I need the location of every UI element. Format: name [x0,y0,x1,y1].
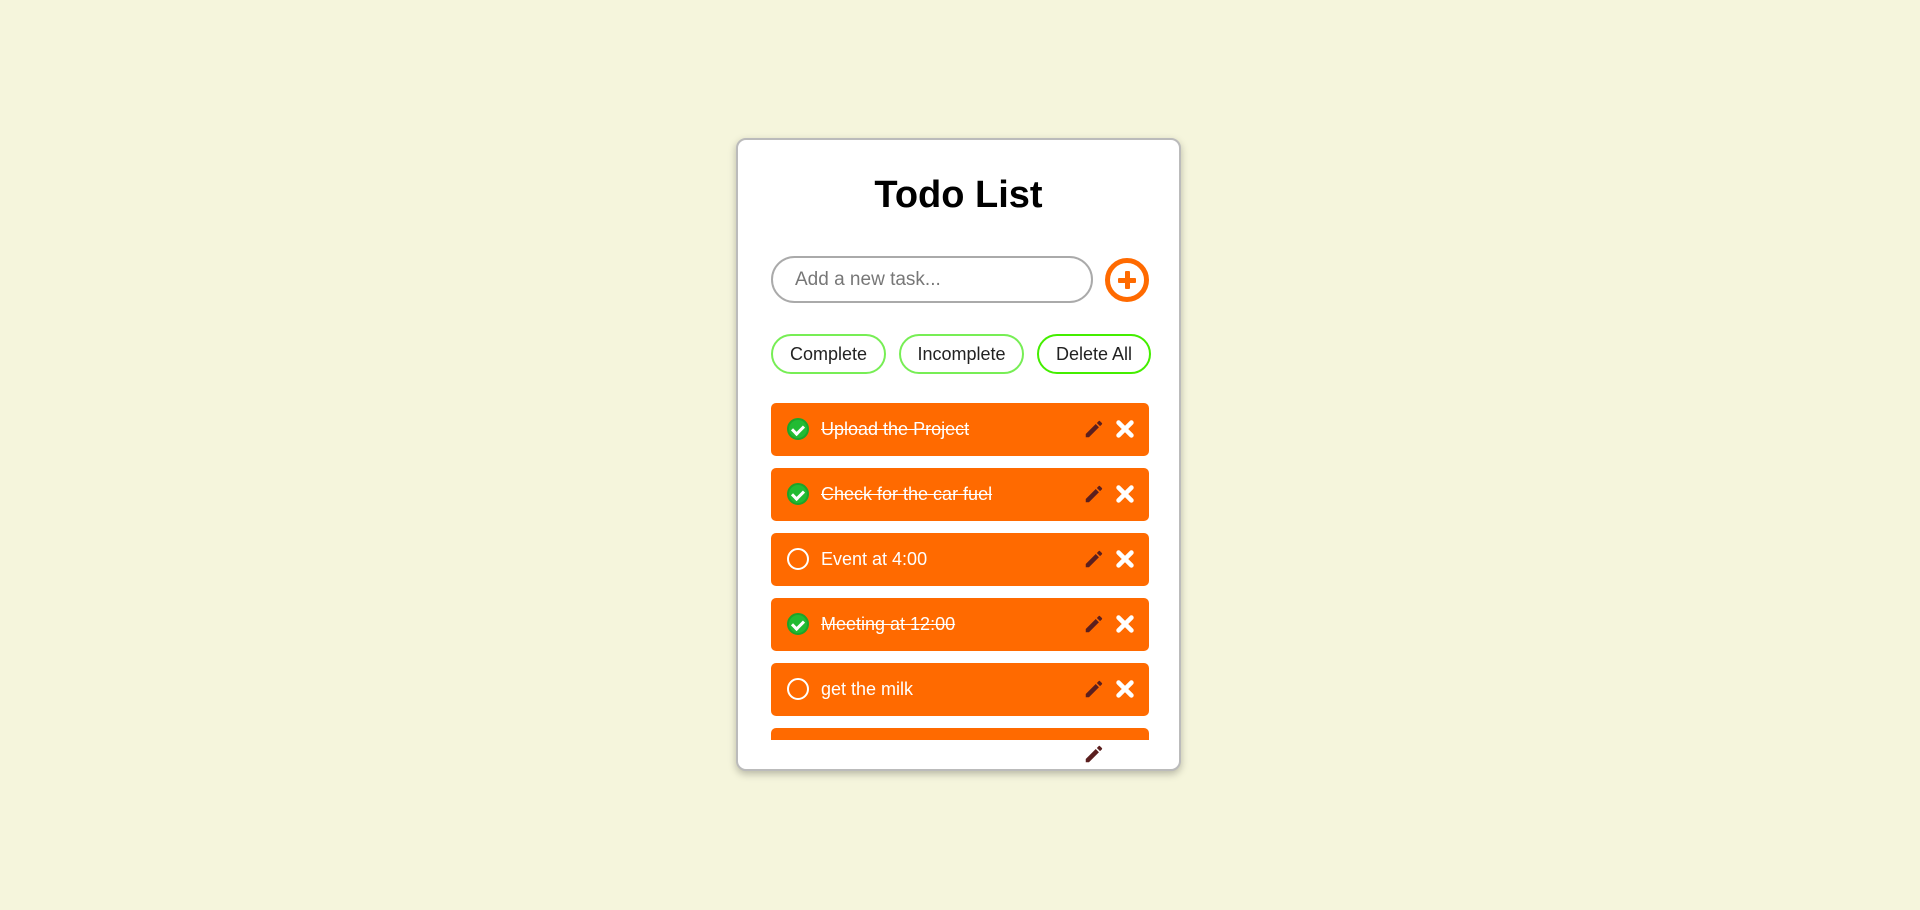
unchecked-circle-icon[interactable] [787,548,809,570]
unchecked-circle-icon[interactable] [787,678,809,700]
task-text: Check for the car fuel [821,484,993,504]
task-text: Event at 4:00 [821,549,928,569]
task-text: Meeting at 12:00 [821,614,956,634]
close-icon[interactable] [1114,613,1136,635]
add-task-button[interactable] [1105,258,1149,302]
close-icon[interactable] [1114,548,1136,570]
pencil-icon[interactable] [1083,678,1105,700]
checked-circle-icon[interactable] [787,418,809,440]
checked-circle-icon[interactable] [787,613,809,635]
close-icon[interactable] [1114,483,1136,505]
pencil-icon[interactable] [1083,418,1105,440]
pencil-icon[interactable] [1083,743,1105,765]
delete-all-button[interactable]: Delete All [1037,334,1151,374]
task-list[interactable]: Upload the Project Check for the car fue… [771,403,1149,740]
pencil-icon[interactable] [1083,483,1105,505]
pencil-icon[interactable] [1083,548,1105,570]
task-text: get the milk [821,679,914,699]
task-item: Meeting at 12:00 [771,598,1149,651]
new-task-input[interactable] [771,256,1093,303]
task-item: Event at 4:00 [771,533,1149,586]
page-title: Todo List [874,174,1043,216]
checked-circle-icon[interactable] [787,483,809,505]
task-item: Check for the car fuel [771,468,1149,521]
todo-card: Todo List Complete Incomplete Delete All… [736,138,1181,771]
task-item: get the milk [771,663,1149,716]
task-item: Upload the Project [771,403,1149,456]
filter-incomplete-button[interactable]: Incomplete [899,334,1024,374]
close-icon[interactable] [1114,418,1136,440]
close-icon[interactable] [1114,678,1136,700]
filter-complete-button[interactable]: Complete [771,334,886,374]
pencil-icon[interactable] [1083,613,1105,635]
task-text: Upload the Project [821,419,970,439]
task-item [771,728,1149,740]
